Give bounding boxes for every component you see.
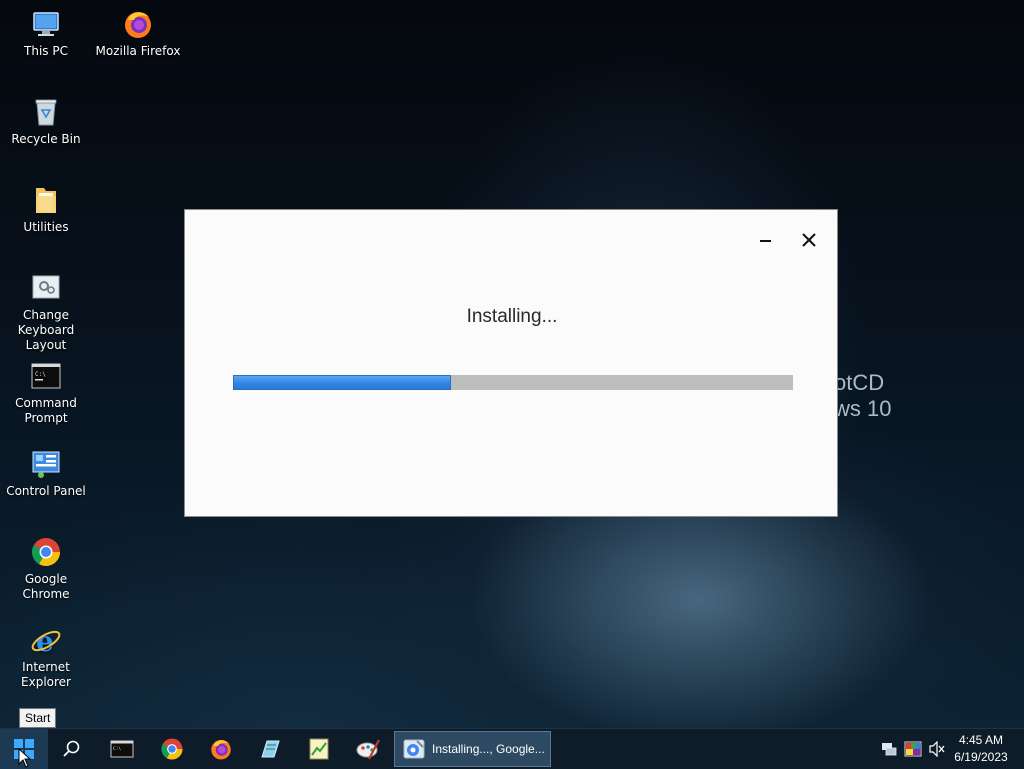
desktop-icon-label: Utilities [23, 220, 69, 234]
desktop-icon-recycle-bin[interactable]: Recycle Bin [0, 96, 92, 147]
watermark-line-2: ws 10 [834, 396, 892, 421]
desktop-icon-internet-explorer[interactable]: e Internet Explorer [0, 624, 92, 690]
control-panel-icon [30, 448, 62, 480]
folder-icon [30, 184, 62, 216]
command-prompt-icon: C:\ [110, 740, 134, 758]
desktop-icon-label: Mozilla Firefox [95, 44, 181, 58]
start-tooltip: Start [19, 708, 57, 728]
install-progress-fill [233, 375, 452, 390]
volume-muted-icon[interactable] [928, 740, 946, 758]
recycle-bin-icon [30, 96, 62, 128]
wallpaper-watermark: otCD ws 10 [834, 370, 891, 422]
internet-explorer-icon: e [30, 624, 62, 658]
desktop-icon-label: Change Keyboard Layout [17, 308, 75, 352]
desktop-icon-google-chrome[interactable]: Google Chrome [0, 536, 92, 602]
desktop-icon-utilities[interactable]: Utilities [0, 184, 92, 235]
close-icon [802, 233, 816, 247]
color-palette-icon[interactable] [904, 741, 922, 757]
search-icon [63, 740, 80, 757]
network-icon[interactable] [880, 741, 898, 757]
desktop-icon-control-panel[interactable]: Control Panel [0, 448, 92, 499]
desktop-icon-label: This PC [24, 44, 68, 58]
install-status-text: Installing... [466, 306, 558, 327]
edit-pad-icon [261, 740, 280, 758]
watermark-line-1: otCD [834, 370, 885, 395]
taskbar-search-button[interactable] [48, 729, 96, 769]
firefox-icon [211, 740, 231, 760]
minimize-icon [760, 240, 771, 242]
taskbar-chrome[interactable] [148, 729, 196, 769]
installer-app-icon [403, 739, 425, 759]
active-task-label: Installing..., Google... [432, 742, 545, 756]
desktop-icon-label: Recycle Bin [11, 132, 81, 146]
desktop-background: otCD ws 10 This PC Mozilla Firefox Recyc… [0, 0, 1024, 728]
close-button[interactable] [795, 228, 823, 252]
keyboard-settings-icon [30, 272, 62, 304]
firefox-icon [122, 8, 154, 40]
clock-date: 6/19/2023 [954, 750, 1008, 764]
desktop-icon-command-prompt[interactable]: C:\ Command Prompt [0, 360, 92, 426]
svg-text:e: e [36, 625, 54, 656]
notepad-chart-icon [309, 738, 329, 760]
desktop-icon-label: Control Panel [6, 484, 86, 498]
taskbar-active-task[interactable]: Installing..., Google... [394, 731, 551, 767]
this-pc-icon [30, 8, 62, 40]
install-progress-bar [233, 375, 793, 390]
command-prompt-icon: C:\ [30, 360, 62, 392]
paint-icon [356, 739, 380, 760]
mouse-cursor-icon [18, 748, 32, 768]
taskbar-command-prompt[interactable]: C:\ [98, 729, 146, 769]
minimize-button[interactable] [751, 228, 779, 252]
chrome-icon [30, 536, 62, 568]
taskbar-clock[interactable]: 4:45 AM 6/19/2023 [948, 732, 1014, 766]
clock-time: 4:45 AM [958, 733, 1004, 747]
taskbar-paint[interactable] [344, 729, 392, 769]
desktop-icon-label: Internet Explorer [21, 660, 71, 689]
installer-window: Installing... [184, 209, 838, 517]
desktop-icon-label: Command Prompt [15, 396, 77, 425]
taskbar: C:\ Installing..., Google... 4:45 AM 6/1… [0, 728, 1024, 769]
svg-text:C:\: C:\ [35, 371, 46, 378]
taskbar-notepad-chart[interactable] [295, 729, 343, 769]
desktop-icon-this-pc[interactable]: This PC [0, 8, 92, 59]
svg-text:C:\: C:\ [113, 746, 121, 752]
chrome-icon [161, 738, 183, 760]
desktop-icon-label: Google Chrome [22, 572, 70, 601]
desktop-icon-firefox[interactable]: Mozilla Firefox [92, 8, 184, 59]
taskbar-firefox[interactable] [197, 729, 245, 769]
desktop-icon-change-keyboard-layout[interactable]: Change Keyboard Layout [0, 272, 92, 353]
taskbar-edit-pad[interactable] [246, 729, 294, 769]
